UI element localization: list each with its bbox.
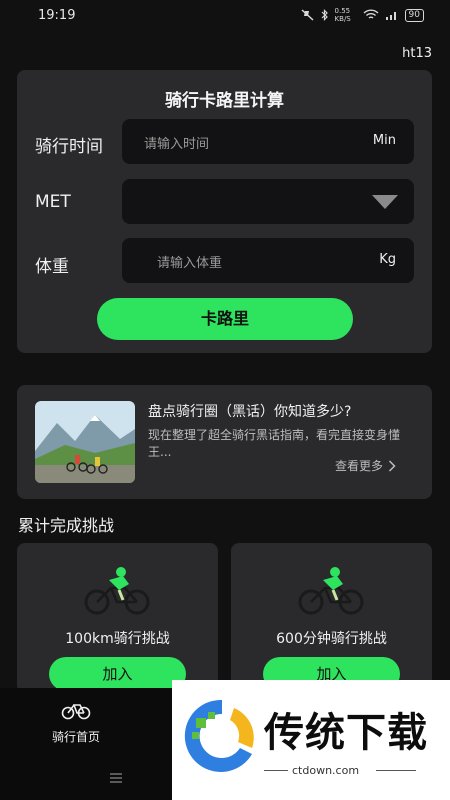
time-placeholder: 请输入时间 (144, 137, 210, 152)
time-label: 骑行时间 (35, 137, 103, 157)
bluetooth-icon (321, 9, 328, 21)
article-title: 盘点骑行圈（黑话）你知道多少? (148, 404, 352, 420)
calculate-calories-button[interactable]: 卡路里 (97, 298, 353, 340)
challenge-card-100km: 100km骑行挑战 加入 (17, 543, 218, 693)
challenge-label: 600分钟骑行挑战 (276, 631, 387, 647)
status-icons: 0.55 KB/S 90 (301, 7, 424, 23)
time-unit: Min (372, 133, 396, 148)
article-more-link[interactable]: 查看更多 (335, 457, 396, 474)
chevron-right-icon (388, 459, 396, 472)
watermark-divider-left (264, 770, 288, 771)
watermark-url: ctdown.com (292, 764, 360, 777)
weight-label: 体重 (35, 257, 69, 277)
section-title: 累计完成挑战 (18, 516, 115, 535)
join-button[interactable]: 加入 (49, 657, 186, 691)
article-more-label: 查看更多 (335, 459, 384, 473)
weight-placeholder: 请输入体重 (157, 256, 223, 271)
wifi-icon (363, 9, 379, 19)
mute-icon (301, 9, 314, 21)
article-excerpt: 现在整理了超全骑行黑话指南，看完直接变身懂王... (148, 428, 401, 459)
calculator-title: 骑行卡路里计算 (165, 91, 284, 111)
weight-input[interactable]: 请输入体重 Kg (122, 238, 414, 283)
watermark-logo: 传统下载 ctdown.com (172, 680, 450, 800)
met-label: MET (35, 192, 71, 212)
signal-icon (385, 12, 396, 20)
nav-home-label: 骑行首页 (51, 730, 100, 744)
nav-item-home[interactable]: 骑行首页 (36, 700, 116, 745)
challenge-label: 100km骑行挑战 (65, 631, 170, 647)
time-input[interactable]: 请输入时间 Min (122, 119, 414, 164)
battery-indicator: 90 (404, 8, 424, 22)
bicycle-icon (61, 704, 91, 720)
article-thumbnail (35, 401, 135, 483)
status-time: 19:19 (38, 8, 76, 23)
network-speed: 0.55 KB/S (334, 7, 351, 23)
met-select[interactable] (122, 179, 414, 224)
dropdown-arrow-icon (372, 195, 398, 209)
weight-unit: Kg (379, 252, 396, 267)
calorie-calculator-card: 骑行卡路里计算 骑行时间 请输入时间 Min MET 体重 请输入体重 Kg 卡… (17, 70, 432, 353)
article-card[interactable]: 盘点骑行圈（黑话）你知道多少? 现在整理了超全骑行黑话指南，看完直接变身懂王..… (17, 385, 432, 499)
watermark-emblem-icon (184, 699, 254, 772)
challenge-card-600min: 600分钟骑行挑战 加入 (231, 543, 432, 693)
watermark-divider-right (376, 770, 416, 771)
user-id: ht13 (402, 46, 432, 61)
cyclist-icon (298, 567, 364, 615)
cyclist-icon (84, 567, 150, 615)
menu-icon[interactable] (109, 772, 123, 784)
watermark-text: 传统下载 (264, 710, 428, 756)
